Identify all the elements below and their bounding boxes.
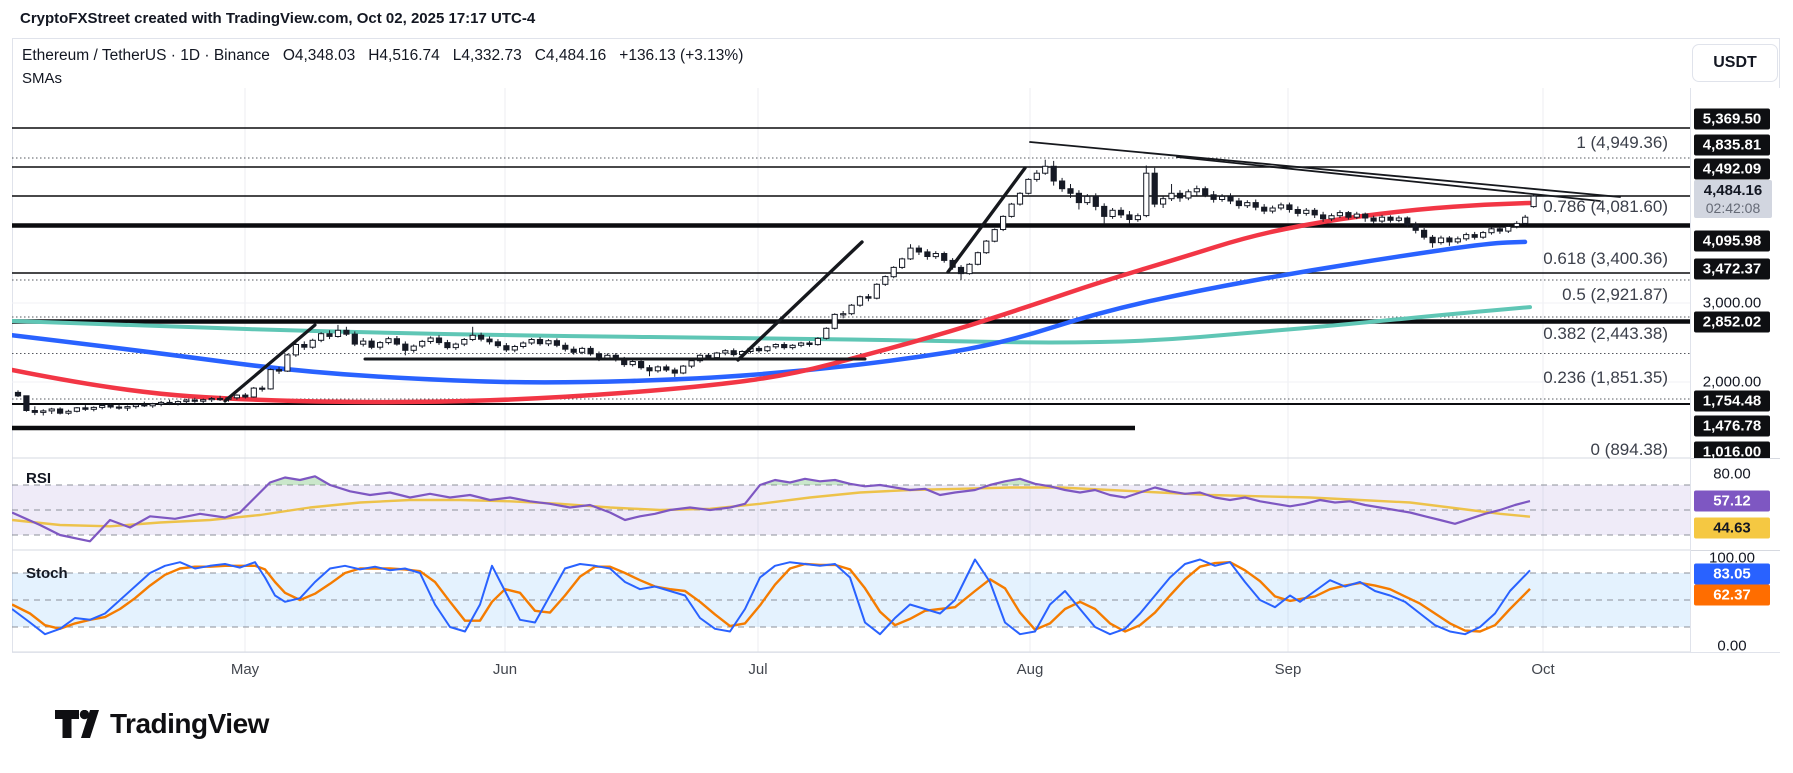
attribution-text: CryptoFXStreet created with TradingView.… — [20, 10, 535, 27]
price-chart-canvas[interactable] — [12, 88, 1690, 652]
time-axis-label: May — [231, 661, 259, 678]
fib-label: 0.786 (4,081.60) — [1543, 197, 1668, 217]
fib-label: 1 (4,949.36) — [1576, 133, 1668, 153]
price-scale-main-strip: 3,000.00 2,000.00 5,369.50 4,835.81 4,492.09… — [1691, 88, 1780, 458]
fib-label: 0.382 (2,443.38) — [1543, 324, 1668, 344]
tradingview-mark-icon — [55, 710, 99, 738]
tradingview-logo-text: TradingView — [110, 708, 269, 740]
price-axis-label: 3,000.00 — [1691, 295, 1773, 312]
price-level-badge: 5,369.50 — [1694, 109, 1770, 130]
price-level-badge: 1,754.48 — [1694, 391, 1770, 412]
fib-label: 0 (894.38) — [1591, 440, 1669, 460]
rsi-value-badge: 57.12 — [1694, 491, 1770, 512]
time-axis-label: Jul — [748, 661, 767, 678]
fib-label: 0.618 (3,400.36) — [1543, 249, 1668, 269]
stoch-value-badge: 83.05 — [1694, 564, 1770, 585]
rsi-value-badge: 44.63 — [1694, 518, 1770, 539]
fib-label: 0.5 (2,921.87) — [1562, 285, 1668, 305]
fib-label: 0.236 (1,851.35) — [1543, 368, 1668, 388]
stoch-axis-label: 0.00 — [1691, 638, 1773, 654]
time-axis-label: Oct — [1531, 661, 1554, 678]
currency-toggle-button[interactable]: USDT — [1692, 44, 1778, 82]
price-level-badge: 4,835.81 — [1694, 135, 1770, 156]
rsi-pane-label: RSI — [26, 470, 51, 487]
price-level-badge: 1,476.78 — [1694, 416, 1770, 437]
stoch-value-badge: 62.37 — [1694, 585, 1770, 606]
price-level-badge: 4,095.98 — [1694, 231, 1770, 252]
ohlc-low: L4,332.73 — [453, 47, 522, 65]
price-level-badge: 1,016.00 — [1694, 442, 1770, 459]
price-scale-stoch-strip: 100.000.0083.0562.37 — [1691, 550, 1780, 653]
ohlc-close: C4,484.16 — [535, 47, 607, 65]
price-level-badge: 4,492.09 — [1694, 159, 1770, 180]
current-price-value: 4,484.16 — [1704, 182, 1762, 200]
price-axis-label: 2,000.00 — [1691, 374, 1773, 391]
ohlc-high: H4,516.74 — [368, 47, 440, 65]
time-axis-label: Sep — [1275, 661, 1302, 678]
page: { "header": { "attribution": "CryptoFXSt… — [0, 0, 1793, 773]
rsi-axis-label: 80.00 — [1691, 466, 1773, 483]
ohlc-open: O4,348.03 — [283, 47, 355, 65]
symbol-title: Ethereum / TetherUS · 1D · Binance — [22, 47, 270, 65]
price-level-badge: 3,472.37 — [1694, 259, 1770, 280]
chart-title-bar: Ethereum / TetherUS · 1D · Binance O4,34… — [22, 47, 743, 65]
time-axis[interactable]: May Jun Jul Aug Sep Oct — [12, 652, 1780, 687]
smas-indicator-label: SMAs — [22, 70, 62, 87]
time-axis-label: Aug — [1017, 661, 1044, 678]
tradingview-logo: TradingView — [55, 708, 269, 740]
current-price-countdown: 02:42:08 — [1706, 200, 1761, 217]
price-level-badge: 2,852.02 — [1694, 312, 1770, 333]
price-scale-rsi-strip: 80.00 57.12 44.63 — [1691, 458, 1780, 551]
current-price-badge: 4,484.1602:42:08 — [1694, 180, 1772, 218]
time-axis-label: Jun — [493, 661, 517, 678]
price-change: +136.13 (+3.13%) — [619, 47, 743, 65]
stoch-pane-label: Stoch — [26, 565, 68, 582]
